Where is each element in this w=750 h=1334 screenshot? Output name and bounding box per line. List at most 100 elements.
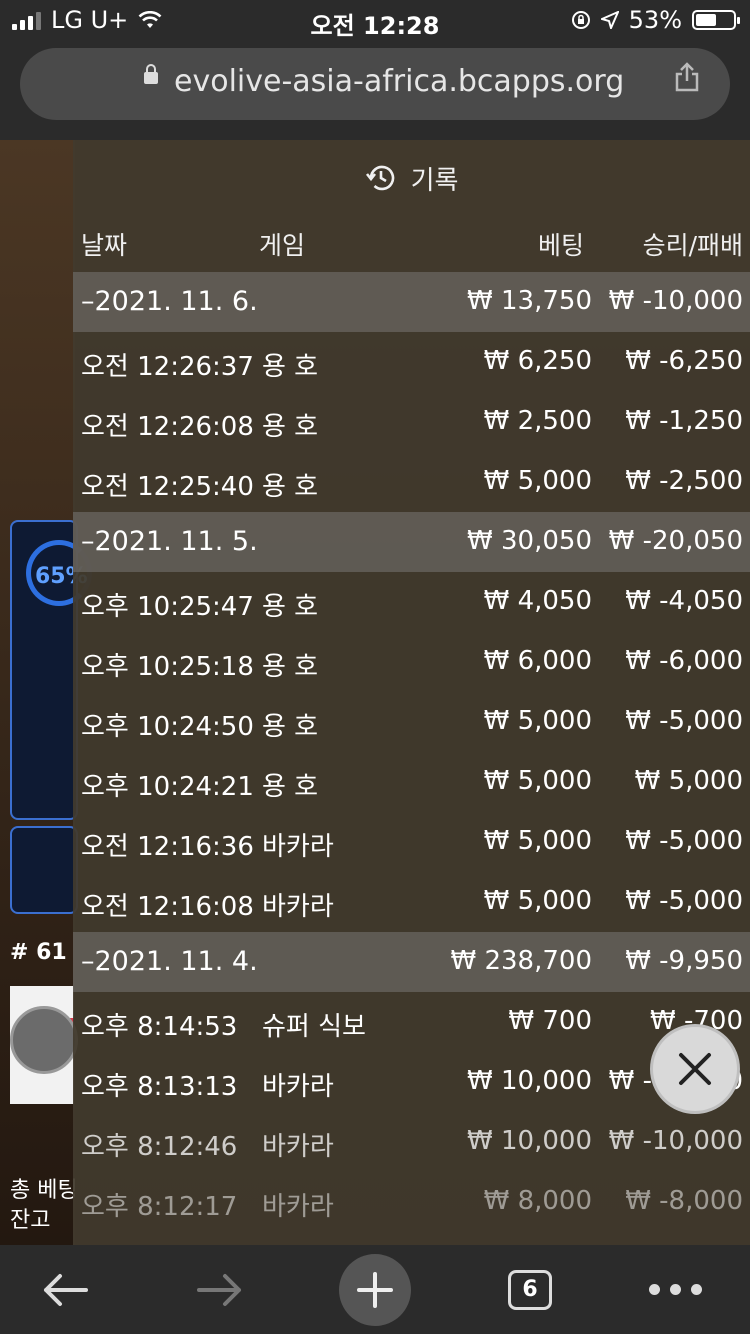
- forward-arrow-icon: [197, 1273, 241, 1306]
- row-result: ₩ -4,050: [625, 586, 743, 616]
- group-date: –2021. 11. 5.: [81, 526, 258, 557]
- close-button[interactable]: [650, 1024, 740, 1114]
- history-row: 오후 8:14:53 슈퍼 식보 ₩ 700 ₩ -700: [73, 992, 750, 1052]
- row-game: 용 호: [262, 712, 319, 742]
- group-result-total: ₩ -9,950: [625, 946, 743, 976]
- balance-label: 잔고: [10, 1208, 51, 1233]
- row-bet: ₩ 5,000: [483, 826, 592, 856]
- row-bet: ₩ 8,000: [483, 1186, 592, 1216]
- row-game: 용 호: [262, 652, 319, 682]
- balance-summary: 총 베팅 잔고: [10, 1176, 78, 1236]
- row-result: ₩ -8,000: [625, 1186, 743, 1216]
- history-row: 오후 10:24:50 용 호 ₩ 5,000 ₩ -5,000: [73, 692, 750, 752]
- row-game: 용 호: [262, 472, 319, 502]
- table-number: # 61: [10, 940, 67, 965]
- history-row: 오전 12:26:37 용 호 ₩ 6,250 ₩ -6,250: [73, 332, 750, 392]
- row-game: 바카라: [262, 892, 334, 922]
- row-time: 오전 12:26:08: [81, 412, 254, 442]
- history-row: 오후 10:25:47 용 호 ₩ 4,050 ₩ -4,050: [73, 572, 750, 632]
- row-game: 용 호: [262, 412, 319, 442]
- row-bet: ₩ 6,000: [483, 646, 592, 676]
- row-time: 오전 12:26:37: [81, 352, 254, 382]
- rotation-lock-icon: [571, 11, 590, 29]
- header-bet: 베팅: [537, 231, 584, 260]
- header-date: 날짜: [81, 231, 128, 260]
- battery-percent: 53%: [628, 6, 682, 34]
- header-result: 승리/패배: [642, 231, 743, 260]
- row-bet: ₩ 4,050: [483, 586, 592, 616]
- history-row: 오전 12:26:08 용 호 ₩ 2,500 ₩ -1,250: [73, 392, 750, 452]
- back-button[interactable]: [30, 1245, 100, 1334]
- total-bet-label: 총 베팅: [10, 1178, 78, 1203]
- row-time: 오전 12:25:40: [81, 472, 254, 502]
- row-game: 용 호: [262, 352, 319, 382]
- group-bet-total: ₩ 13,750: [467, 286, 592, 316]
- row-result: ₩ -5,000: [625, 826, 743, 856]
- history-row: 오후 8:13:13바카라₩ 10,000₩ -10,000: [73, 1052, 750, 1112]
- menu-button[interactable]: [640, 1245, 710, 1334]
- lock-icon: [144, 64, 158, 84]
- browser-toolbar: 6: [0, 1245, 750, 1334]
- group-result-total: ₩ -10,000: [608, 286, 743, 316]
- row-bet: ₩ 2,500: [483, 406, 592, 436]
- header-game: 게임: [259, 231, 306, 260]
- plus-icon: [339, 1253, 411, 1326]
- history-title: 기록: [73, 158, 750, 198]
- row-bet: ₩ 5,000: [483, 766, 592, 796]
- system-indicators: 53%: [571, 6, 740, 34]
- row-time: 오전 12:16:36: [81, 832, 254, 862]
- row-time: 오후 10:24:50: [81, 712, 254, 742]
- status-bar: LG U+ 오전 12:28 53%: [0, 0, 750, 40]
- row-result: ₩ 5,000: [634, 766, 743, 796]
- row-game: 바카라: [262, 1132, 334, 1162]
- row-game: 용 호: [262, 772, 319, 802]
- close-icon: [679, 1053, 711, 1085]
- browser-header: evolive-asia-africa.bcapps.org: [0, 40, 750, 140]
- history-row: 오후 8:12:17 바카라 ₩ 8,000 ₩ -8,000: [73, 1172, 750, 1232]
- history-row: 오후 10:24:21 용 호 ₩ 5,000 ₩ 5,000: [73, 752, 750, 812]
- url-text[interactable]: evolive-asia-africa.bcapps.org: [174, 64, 624, 99]
- row-bet: ₩ 6,250: [483, 346, 592, 376]
- group-result-total: ₩ -20,050: [608, 526, 743, 556]
- battery-icon: [692, 10, 740, 30]
- history-row: 오전 12:16:36 바카라 ₩ 5,000 ₩ -5,000: [73, 812, 750, 872]
- row-bet: ₩ 5,000: [483, 466, 592, 496]
- row-result: ₩ -5,000: [625, 886, 743, 916]
- row-time: 오전 12:16:08: [81, 892, 254, 922]
- share-icon[interactable]: [674, 62, 700, 92]
- group-bet-total: ₩ 238,700: [450, 946, 593, 976]
- tabs-button[interactable]: 6: [508, 1245, 552, 1334]
- row-time: 오후 8:14:53: [81, 1012, 238, 1042]
- row-bet: ₩ 5,000: [483, 706, 592, 736]
- history-icon: [365, 165, 394, 191]
- row-result: ₩ -6,250: [625, 346, 743, 376]
- row-game: 바카라: [262, 1192, 334, 1222]
- row-bet: ₩ 5,000: [483, 886, 592, 916]
- history-title-text: 기록: [410, 165, 459, 196]
- row-result: ₩ -5,000: [625, 706, 743, 736]
- row-game: 바카라: [262, 1072, 334, 1102]
- date-group-row: –2021. 11. 4. ₩ 238,700 ₩ -9,950: [73, 932, 750, 992]
- history-row: 오후 8:12:46 바카라 ₩ 10,000 ₩ -10,000: [73, 1112, 750, 1172]
- row-time: 오후 8:12:17: [81, 1192, 238, 1222]
- row-game: 슈퍼 식보: [262, 1012, 366, 1042]
- group-bet-total: ₩ 30,050: [467, 526, 592, 556]
- secondary-panel[interactable]: [10, 826, 78, 914]
- row-time: 오후 10:24:21: [81, 772, 254, 802]
- history-row: 오전 12:16:08 바카라 ₩ 5,000 ₩ -5,000: [73, 872, 750, 932]
- row-time: 오후 8:12:46: [81, 1132, 238, 1162]
- forward-button[interactable]: [185, 1245, 255, 1334]
- row-time: 오후 10:25:18: [81, 652, 254, 682]
- address-bar[interactable]: evolive-asia-africa.bcapps.org: [20, 48, 730, 120]
- chip-icon[interactable]: [10, 1006, 78, 1074]
- history-row: 오후 10:25:18 용 호 ₩ 6,000 ₩ -6,000: [73, 632, 750, 692]
- date-group-row: –2021. 11. 5. ₩ 30,050 ₩ -20,050: [73, 512, 750, 572]
- tab-count: 6: [508, 1269, 552, 1310]
- row-result: ₩ -6,000: [625, 646, 743, 676]
- row-time: 오후 10:25:47: [81, 592, 254, 622]
- row-game: 바카라: [262, 832, 334, 862]
- new-tab-button[interactable]: [339, 1245, 411, 1334]
- group-date: –2021. 11. 4.: [81, 946, 258, 977]
- history-row: 오전 12:25:40 용 호 ₩ 5,000 ₩ -2,500: [73, 452, 750, 512]
- row-bet: ₩ 700: [508, 1006, 592, 1036]
